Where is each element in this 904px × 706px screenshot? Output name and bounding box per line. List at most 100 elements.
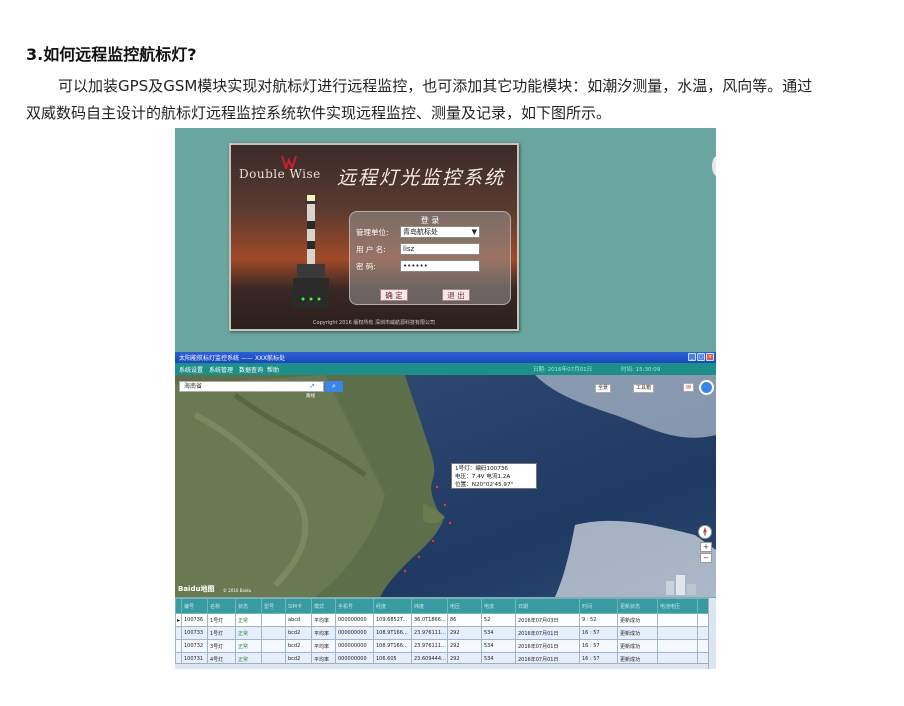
column-header[interactable]: 电流 <box>481 598 516 614</box>
table-cell[interactable] <box>261 626 286 640</box>
table-cell[interactable]: 平均率 <box>311 639 336 653</box>
menu-item-system-management[interactable]: 系统管理 <box>209 365 233 374</box>
minimize-button[interactable]: _ <box>688 353 696 361</box>
table-cell[interactable]: 000000000 <box>335 626 374 640</box>
table-cell[interactable]: abcd <box>285 613 312 627</box>
compass-icon[interactable] <box>698 525 712 539</box>
table-cell[interactable]: 2016年07月01日 <box>515 639 580 653</box>
table-cell[interactable]: 正常 <box>235 626 262 640</box>
table-cell[interactable] <box>657 613 698 627</box>
column-header[interactable]: 纬度 <box>411 598 448 614</box>
table-cell[interactable] <box>657 626 698 640</box>
menu-item-data-query[interactable]: 数据查询 <box>239 365 263 374</box>
panorama-toggle[interactable]: 全景 <box>595 384 612 393</box>
table-cell[interactable]: 正常 <box>235 639 262 653</box>
table-cell[interactable]: 23.976111... <box>411 626 448 640</box>
zoom-in-button[interactable]: + <box>700 542 712 552</box>
table-cell[interactable]: 3号灯 <box>207 639 236 653</box>
horizontal-scrollbar[interactable] <box>175 663 708 669</box>
unit-select[interactable]: 青岛航标处 ▼ <box>400 226 480 238</box>
info-position: 位置：N20°02'45.97" <box>455 482 514 488</box>
table-cell[interactable]: bcd2 <box>285 626 312 640</box>
column-header[interactable]: 名称 <box>207 598 236 614</box>
table-cell[interactable]: 更新成功 <box>617 639 658 653</box>
table-cell[interactable]: 292 <box>447 626 482 640</box>
time-readout: 时间: 15:30:09 <box>621 367 661 373</box>
menu-item-system-settings[interactable]: 系统设置 <box>179 365 203 374</box>
table-row[interactable]: ▸ 100736 1号灯 正常 abcd 平均率 000000000 109.6… <box>175 613 709 627</box>
close-button[interactable]: × <box>706 353 714 361</box>
chevron-down-icon: ▼ <box>471 228 477 236</box>
table-cell[interactable]: 16 : 57 <box>579 626 618 640</box>
table-cell[interactable]: 292 <box>447 639 482 653</box>
column-header[interactable]: 更新状态 <box>617 598 658 614</box>
column-header[interactable] <box>697 598 709 614</box>
table-cell[interactable]: 平均率 <box>311 626 336 640</box>
password-field[interactable]: •••••• <box>400 260 480 272</box>
column-header[interactable]: 手机号 <box>335 598 374 614</box>
table-cell[interactable]: 23.976111... <box>411 639 448 653</box>
table-cell[interactable] <box>657 639 698 653</box>
column-header[interactable]: 模式 <box>311 598 336 614</box>
table-cell[interactable]: 000000000 <box>335 613 374 627</box>
column-header[interactable]: 时间 <box>579 598 618 614</box>
table-cell[interactable]: 2016年07月03日 <box>515 613 580 627</box>
vertical-scrollbar[interactable] <box>708 598 716 669</box>
mail-icon[interactable]: ✉ <box>683 383 694 392</box>
menu-item-help[interactable]: 帮助 <box>267 365 279 374</box>
user-avatar-icon[interactable] <box>699 380 714 395</box>
table-row[interactable]: 100733 1号灯 正常 bcd2 平均率 000000000 108.9T1… <box>175 626 709 640</box>
table-cell[interactable] <box>261 639 286 653</box>
table-cell[interactable]: 100732 <box>181 639 208 653</box>
confirm-button[interactable]: 确 定 <box>380 289 408 301</box>
menu-bar: 系统设置 系统管理 数据查询 帮助 日期: 2016年07月01日 时间: 15… <box>175 363 716 375</box>
column-header[interactable]: SIM卡 <box>285 598 312 614</box>
table-cell[interactable]: 1号灯 <box>207 626 236 640</box>
exit-button[interactable]: 退 出 <box>442 289 470 301</box>
route-icon[interactable]: ↗ <box>306 381 318 392</box>
table-cell[interactable]: 108.9T166... <box>373 626 412 640</box>
table-cell[interactable]: 9 : 52 <box>579 613 618 627</box>
table-cell[interactable]: 534 <box>481 626 516 640</box>
table-cell[interactable]: 16 : 57 <box>579 639 618 653</box>
column-header[interactable]: 经度 <box>373 598 412 614</box>
table-cell[interactable]: 平均率 <box>311 613 336 627</box>
table-cell[interactable]: bcd2 <box>285 639 312 653</box>
table-cell[interactable]: 100733 <box>181 626 208 640</box>
maximize-button[interactable]: □ <box>697 353 705 361</box>
column-header[interactable]: 电池电压 <box>657 598 698 614</box>
satellite-map[interactable]: 海南省 ↗ 路线 ⌕ 全景 工具箱 ✉ 1号灯：编码100736 电压：7.4V… <box>175 375 716 597</box>
lamp-table: 编号 名称 状态 型号 SIM卡 模式 手机号 经度 纬度 电压 电流 日期 时… <box>175 598 709 666</box>
table-cell[interactable]: 100736 <box>181 613 208 627</box>
username-field[interactable]: lisz <box>400 243 480 255</box>
table-cell[interactable] <box>261 613 286 627</box>
table-cell[interactable]: 109.6852T... <box>373 613 412 627</box>
column-header[interactable]: 编号 <box>181 598 208 614</box>
table-row[interactable]: 100732 3号灯 正常 bcd2 平均率 000000000 108.9T1… <box>175 639 709 653</box>
window-title: 太阳能航标灯监控系统 —— XXX航标处 <box>179 355 286 362</box>
map-search-input[interactable]: 海南省 <box>179 381 324 392</box>
table-cell[interactable]: 2016年07月01日 <box>515 626 580 640</box>
table-cell[interactable]: 000000000 <box>335 639 374 653</box>
login-screen-background: Double Wise 远程灯光监控系统 登 录 管理单位: 青岛航标处 ▼ 用… <box>175 128 716 352</box>
column-header[interactable]: 状态 <box>235 598 262 614</box>
table-cell[interactable]: 更新成功 <box>617 626 658 640</box>
table-cell[interactable]: 52 <box>481 613 516 627</box>
table-cell[interactable]: 86 <box>447 613 482 627</box>
table-cell[interactable] <box>697 639 709 653</box>
table-cell[interactable]: 36.0T1866... <box>411 613 448 627</box>
table-cell[interactable]: 1号灯 <box>207 613 236 627</box>
zoom-out-button[interactable]: − <box>700 553 712 563</box>
table-cell[interactable]: 534 <box>481 639 516 653</box>
monitoring-app-window: 太阳能航标灯监控系统 —— XXX航标处 _ □ × 系统设置 系统管理 数据查… <box>175 352 716 669</box>
table-cell[interactable]: 正常 <box>235 613 262 627</box>
table-cell[interactable] <box>697 613 709 627</box>
table-cell[interactable] <box>697 626 709 640</box>
toolbox-dropdown[interactable]: 工具箱 <box>633 384 655 393</box>
search-icon[interactable]: ⌕ <box>325 381 343 392</box>
table-cell[interactable]: 108.9T166... <box>373 639 412 653</box>
column-header[interactable]: 日期 <box>515 598 580 614</box>
column-header[interactable]: 电压 <box>447 598 482 614</box>
table-cell[interactable]: 更新成功 <box>617 613 658 627</box>
column-header[interactable]: 型号 <box>261 598 286 614</box>
